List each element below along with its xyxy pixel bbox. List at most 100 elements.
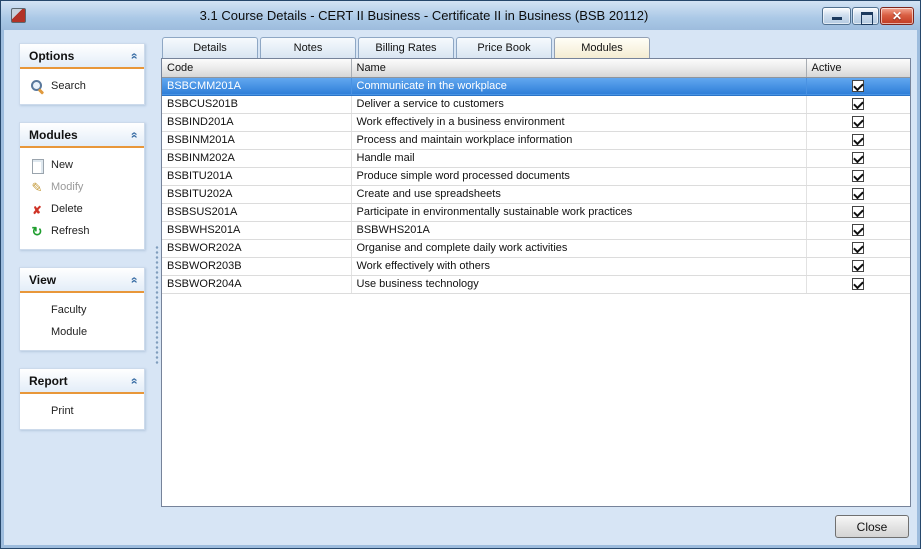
- cell-active: [806, 149, 910, 167]
- delete-icon: [29, 202, 45, 217]
- table-row[interactable]: BSBINM201A Process and maintain workplac…: [162, 131, 910, 149]
- cell-name: Work effectively in a business environme…: [351, 113, 806, 131]
- tab-price-book[interactable]: Price Book: [456, 37, 552, 58]
- panel-title: Options: [29, 49, 74, 63]
- cell-code: BSBSUS201A: [162, 203, 351, 221]
- cell-name: Organise and complete daily work activit…: [351, 239, 806, 257]
- cell-active: [806, 95, 910, 113]
- table-row[interactable]: BSBITU202A Create and use spreadsheets: [162, 185, 910, 203]
- panel-title: View: [29, 273, 56, 287]
- sidebar-item-new[interactable]: New: [20, 154, 144, 176]
- cell-active: [806, 203, 910, 221]
- active-checkbox[interactable]: [852, 152, 864, 164]
- new-icon: [29, 158, 45, 173]
- sidebar: Options Search Modules: [1, 30, 153, 511]
- active-checkbox[interactable]: [852, 224, 864, 236]
- cell-name: Communicate in the workplace: [351, 77, 806, 95]
- table-row[interactable]: BSBIND201A Work effectively in a busines…: [162, 113, 910, 131]
- sidebar-item-faculty[interactable]: Faculty: [20, 299, 144, 321]
- cell-name: Produce simple word processed documents: [351, 167, 806, 185]
- sidebar-splitter[interactable]: [153, 30, 161, 511]
- cell-name: Participate in environmentally sustainab…: [351, 203, 806, 221]
- cell-code: BSBINM201A: [162, 131, 351, 149]
- cell-code: BSBITU201A: [162, 167, 351, 185]
- active-checkbox[interactable]: [852, 260, 864, 272]
- cell-active: [806, 131, 910, 149]
- column-header-code[interactable]: Code: [162, 59, 351, 77]
- panel-report: Report Print: [19, 368, 145, 430]
- table-row[interactable]: BSBWOR204A Use business technology: [162, 275, 910, 293]
- sidebar-item-module[interactable]: Module: [20, 321, 144, 343]
- panel-view-header[interactable]: View: [20, 268, 144, 293]
- panel-modules-header[interactable]: Modules: [20, 123, 144, 148]
- panel-report-header[interactable]: Report: [20, 369, 144, 394]
- table-row[interactable]: BSBSUS201A Participate in environmentall…: [162, 203, 910, 221]
- cell-name: Create and use spreadsheets: [351, 185, 806, 203]
- cell-name: Process and maintain workplace informati…: [351, 131, 806, 149]
- active-checkbox[interactable]: [852, 170, 864, 182]
- active-checkbox[interactable]: [852, 116, 864, 128]
- cell-code: BSBWHS201A: [162, 221, 351, 239]
- table-row[interactable]: BSBWHS201A BSBWHS201A: [162, 221, 910, 239]
- collapse-icon[interactable]: [127, 276, 141, 283]
- active-checkbox[interactable]: [852, 98, 864, 110]
- course-details-window: 3.1 Course Details - CERT II Business - …: [0, 0, 921, 549]
- collapse-icon[interactable]: [127, 377, 141, 384]
- tab-details[interactable]: Details: [162, 37, 258, 58]
- minimize-button[interactable]: [822, 7, 851, 25]
- main-area: Details Notes Billing Rates Price Book M…: [161, 30, 920, 511]
- table-row[interactable]: BSBITU201A Produce simple word processed…: [162, 167, 910, 185]
- cell-code: BSBCUS201B: [162, 95, 351, 113]
- table-row[interactable]: BSBCUS201B Deliver a service to customer…: [162, 95, 910, 113]
- tab-modules[interactable]: Modules: [554, 37, 650, 58]
- column-header-name[interactable]: Name: [351, 59, 806, 77]
- panel-title: Modules: [29, 128, 78, 142]
- table-row[interactable]: BSBCMM201A Communicate in the workplace: [162, 77, 910, 95]
- tab-billing-rates[interactable]: Billing Rates: [358, 37, 454, 58]
- modify-icon: [29, 180, 45, 195]
- sidebar-item-search[interactable]: Search: [20, 75, 144, 97]
- sidebar-item-refresh[interactable]: Refresh: [20, 220, 144, 242]
- table-row[interactable]: BSBINM202A Handle mail: [162, 149, 910, 167]
- cell-name: Work effectively with others: [351, 257, 806, 275]
- sidebar-item-modify[interactable]: Modify: [20, 176, 144, 198]
- titlebar[interactable]: 3.1 Course Details - CERT II Business - …: [1, 1, 920, 30]
- tab-notes[interactable]: Notes: [260, 37, 356, 58]
- sidebar-item-delete[interactable]: Delete: [20, 198, 144, 220]
- sidebar-item-print[interactable]: Print: [20, 400, 144, 422]
- active-checkbox[interactable]: [852, 188, 864, 200]
- cell-active: [806, 257, 910, 275]
- active-checkbox[interactable]: [852, 206, 864, 218]
- active-checkbox[interactable]: [852, 80, 864, 92]
- maximize-button[interactable]: [852, 7, 879, 25]
- collapse-icon[interactable]: [127, 131, 141, 138]
- table-row[interactable]: BSBWOR203B Work effectively with others: [162, 257, 910, 275]
- cell-active: [806, 275, 910, 293]
- app-icon: [11, 8, 26, 23]
- cell-active: [806, 77, 910, 95]
- cell-name: BSBWHS201A: [351, 221, 806, 239]
- cell-active: [806, 113, 910, 131]
- panel-title: Report: [29, 374, 68, 388]
- table-row[interactable]: BSBWOR202A Organise and complete daily w…: [162, 239, 910, 257]
- cell-code: BSBITU202A: [162, 185, 351, 203]
- cell-active: [806, 239, 910, 257]
- panel-view: View Faculty Module: [19, 267, 145, 351]
- footer-bar: Close: [1, 511, 920, 548]
- close-window-button[interactable]: [880, 7, 914, 25]
- active-checkbox[interactable]: [852, 278, 864, 290]
- cell-code: BSBWOR203B: [162, 257, 351, 275]
- cell-code: BSBWOR204A: [162, 275, 351, 293]
- collapse-icon[interactable]: [127, 52, 141, 59]
- close-button[interactable]: Close: [835, 515, 909, 538]
- modules-tab-page: Code Name Active BSBCMM201A Communicate …: [161, 58, 911, 507]
- module-table: Code Name Active BSBCMM201A Communicate …: [162, 59, 910, 294]
- column-header-active[interactable]: Active: [806, 59, 910, 77]
- table-header-row: Code Name Active: [162, 59, 910, 77]
- refresh-icon: [29, 224, 45, 239]
- active-checkbox[interactable]: [852, 134, 864, 146]
- panel-options-header[interactable]: Options: [20, 44, 144, 69]
- cell-code: BSBWOR202A: [162, 239, 351, 257]
- active-checkbox[interactable]: [852, 242, 864, 254]
- cell-code: BSBINM202A: [162, 149, 351, 167]
